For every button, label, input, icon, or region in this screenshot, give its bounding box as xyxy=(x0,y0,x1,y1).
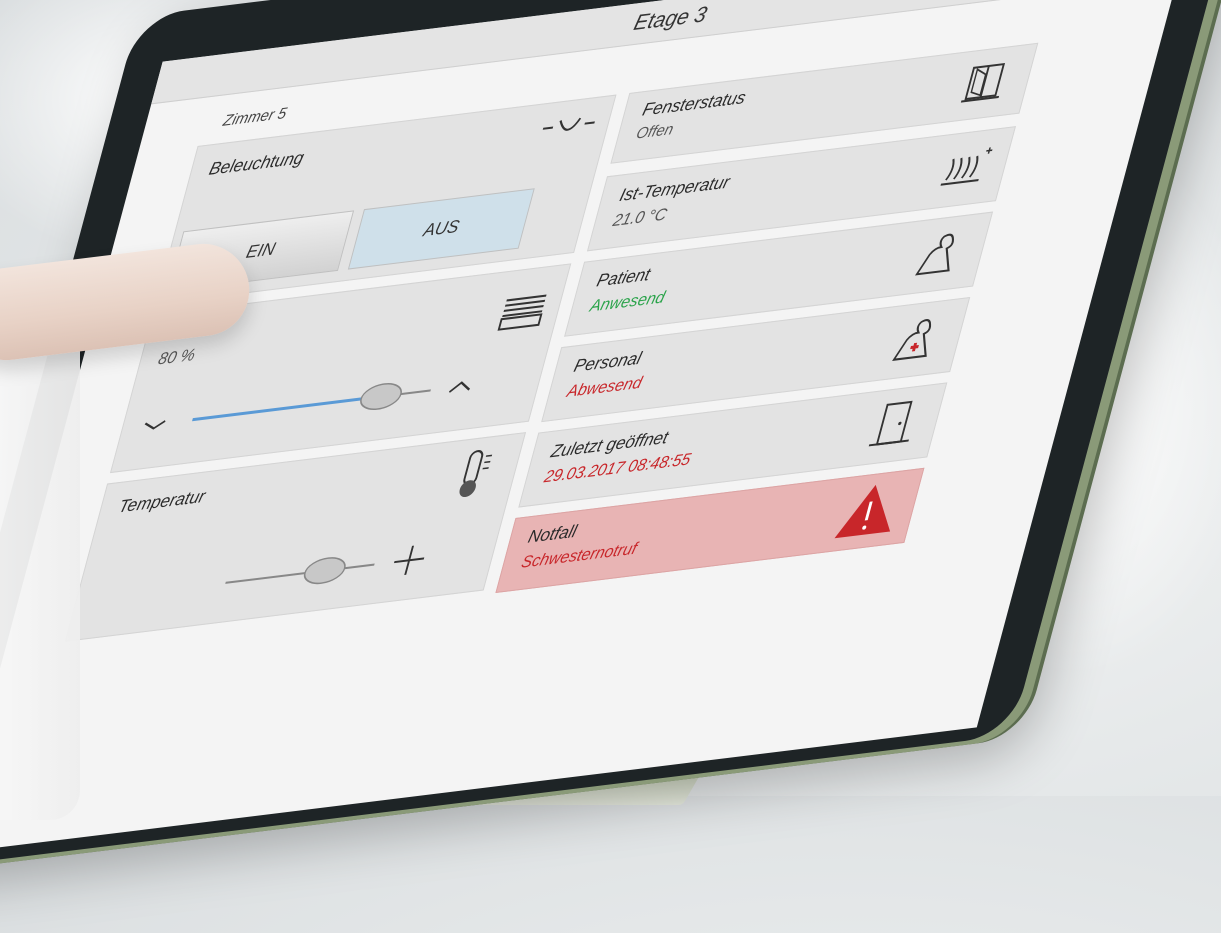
window-status-title: Fensterstatus xyxy=(640,87,748,120)
hand xyxy=(0,300,80,820)
lighting-title: Beleuchtung xyxy=(206,147,307,180)
tablet-screen: Etage 3 Zimmer 5 Beleuchtung EIN AUS Fen… xyxy=(0,0,1189,854)
patient-icon xyxy=(914,233,954,276)
blinds-slider-handle xyxy=(360,382,402,411)
warning-icon xyxy=(834,484,891,539)
light-off-button[interactable]: AUS xyxy=(347,188,535,270)
temperature-value: 21.0 °C xyxy=(610,206,669,231)
setpoint-slider-handle xyxy=(303,557,346,585)
patient-title: Patient xyxy=(594,264,653,291)
room-label: Zimmer 5 xyxy=(221,104,289,130)
staff-value: Abwesend xyxy=(565,374,644,402)
emergency-title: Notfall xyxy=(525,521,580,547)
window-status-value: Offen xyxy=(634,120,676,143)
heating-icon xyxy=(940,147,993,186)
blinds-down-icon xyxy=(144,420,166,430)
window-icon xyxy=(960,62,1006,103)
thermometer-icon xyxy=(459,450,493,498)
door-icon xyxy=(868,400,913,447)
nurse-icon xyxy=(892,319,932,361)
staff-title: Personal xyxy=(571,348,644,377)
tablet: Etage 3 Zimmer 5 Beleuchtung EIN AUS Fen… xyxy=(0,0,1221,933)
blinds-slider[interactable] xyxy=(127,357,535,447)
setpoint-slider[interactable] xyxy=(81,530,489,620)
blinds-icon xyxy=(497,294,547,331)
blinds-value: 80 % xyxy=(156,346,198,369)
plus-icon xyxy=(393,545,425,575)
patient-value: Anwesend xyxy=(587,288,667,316)
temperature-title: Ist-Temperatur xyxy=(617,172,732,206)
blinds-up-icon xyxy=(448,381,471,393)
bulb-icon xyxy=(542,117,595,131)
setpoint-title: Temperatur xyxy=(116,486,208,517)
floor-title: Etage 3 xyxy=(631,2,710,36)
tablet-bezel: Etage 3 Zimmer 5 Beleuchtung EIN AUS Fen… xyxy=(0,0,1221,871)
